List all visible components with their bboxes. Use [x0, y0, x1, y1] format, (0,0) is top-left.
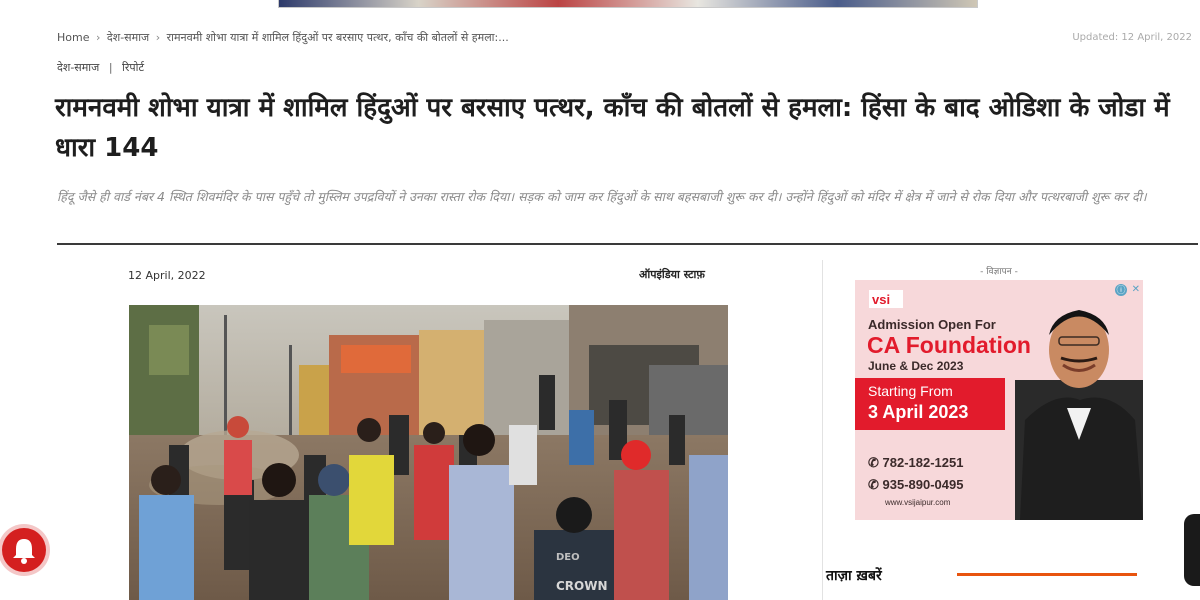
ad-starting-from: Starting From [868, 383, 953, 399]
breadcrumb-home-link[interactable]: Home [57, 31, 89, 44]
shirt-text-deo: DEO [556, 552, 580, 563]
breadcrumb: Home › देश-समाज › रामनवमी शोभा यात्रा मे… [57, 30, 509, 45]
ad-phone-2-number: 935-890-0495 [882, 477, 964, 492]
category-link-desh-samaj[interactable]: देश-समाज [57, 61, 99, 74]
breadcrumb-category-link[interactable]: देश-समाज [107, 31, 149, 44]
article-photo: DEO CROWN [129, 305, 728, 600]
vsi-logo-text: vsi [872, 292, 890, 307]
author-link[interactable]: ऑपइंडिया स्टाफ़ [639, 267, 705, 282]
phone-icon: ✆ [868, 477, 883, 492]
category-link-report[interactable]: रिपोर्ट [122, 61, 144, 74]
breadcrumb-current: रामनवमी शोभा यात्रा में शामिल हिंदुओं पर… [166, 31, 509, 44]
breadcrumb-separator: › [155, 31, 161, 44]
article-headline: रामनवमी शोभा यात्रा में शामिल हिंदुओं पर… [55, 93, 1170, 163]
ad-start-banner: Starting From 3 April 2023 [855, 378, 1005, 430]
sidebar-advertisement[interactable]: vsi Admission Open For CA Foundation Jun… [855, 280, 1143, 520]
side-scroll-handle[interactable] [1184, 514, 1200, 586]
ad-phone-1-number: 782-182-1251 [882, 455, 964, 470]
ad-phone-2: ✆ 935-890-0495 [868, 477, 963, 493]
latest-news-heading: ताज़ा ख़बरें [826, 568, 882, 584]
article-summary: हिंदू जैसे ही वार्ड नंबर 4 स्थित शिवमंदि… [57, 189, 1147, 204]
top-banner-ad[interactable] [278, 0, 978, 8]
notification-bell-button[interactable] [2, 528, 46, 572]
sidebar-divider [822, 260, 823, 600]
category-separator: | [108, 61, 113, 74]
ad-info-icon[interactable]: ⓘ [1115, 284, 1127, 296]
ad-phone-1: ✆ 782-182-1251 [868, 455, 963, 471]
ad-admission-text: Admission Open For [868, 317, 996, 332]
publish-date: 12 April, 2022 [128, 269, 206, 282]
header-divider [57, 243, 1198, 245]
updated-timestamp: Updated: 12 April, 2022 [1072, 32, 1192, 43]
ad-session-text: June & Dec 2023 [868, 359, 964, 373]
latest-news-underline [957, 573, 1137, 576]
phone-icon: ✆ [868, 455, 883, 470]
ad-close-icon[interactable]: ✕ [1132, 284, 1140, 295]
bell-icon [13, 539, 35, 564]
shirt-text-crown: CROWN [556, 579, 608, 593]
category-tags: देश-समाज | रिपोर्ट [57, 60, 144, 75]
ad-website: www.vsijaipur.com [885, 498, 951, 507]
ad-label: - विज्ञापन - [980, 267, 1018, 277]
breadcrumb-separator: › [95, 31, 101, 44]
ad-start-date: 3 April 2023 [868, 402, 969, 422]
ad-course-title: CA Foundation [867, 332, 1031, 358]
